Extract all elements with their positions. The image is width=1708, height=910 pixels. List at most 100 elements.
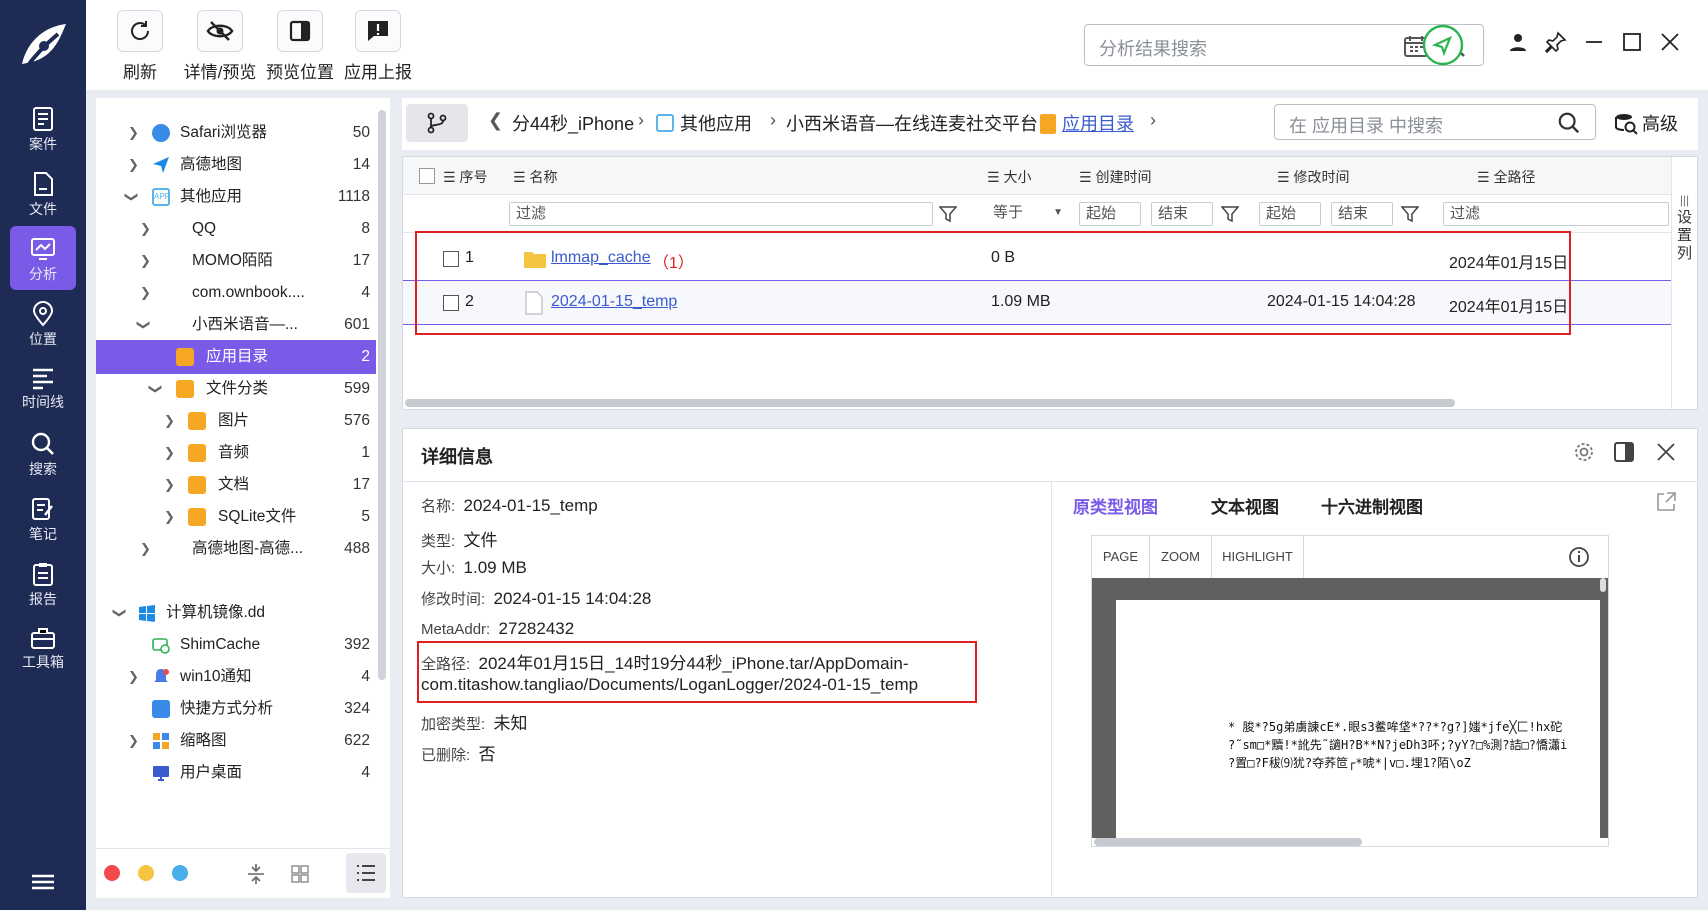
tree-item-count: 392	[344, 636, 370, 653]
nav-item-location[interactable]: 位置	[10, 291, 76, 355]
select-all-checkbox[interactable]	[419, 168, 435, 184]
tree-item-images[interactable]: ❯ 图片 576	[96, 404, 376, 438]
nav-item-case[interactable]: 案件	[10, 96, 76, 160]
folder-doc-icon	[176, 348, 194, 366]
windows-icon	[139, 605, 155, 622]
col-index[interactable]: ☰ 序号	[443, 167, 487, 187]
tab-text-view[interactable]: 文本视图	[1211, 493, 1279, 518]
tree-item-amap[interactable]: ❯ 高德地图 14	[96, 148, 376, 182]
info-icon[interactable]	[1568, 546, 1590, 568]
nav-item-report[interactable]: 报告	[10, 551, 76, 615]
advanced-button[interactable]: 高级	[1642, 110, 1678, 136]
tree-item-shortcut[interactable]: 快捷方式分析 324	[96, 692, 376, 726]
upload-status-icon[interactable]	[1422, 24, 1464, 66]
preview-position-button[interactable]: 预览位置	[254, 10, 346, 83]
breadcrumb-item[interactable]: 其他应用	[680, 110, 752, 136]
tree-item-amap-2[interactable]: ❯ 高德地图-高德... 488	[96, 532, 376, 566]
app-report-button[interactable]: 应用上报	[336, 10, 420, 83]
tree-item-label: QQ	[192, 220, 217, 237]
hamburger-menu-icon[interactable]	[30, 872, 56, 892]
col-fullpath[interactable]: ☰ 全路径	[1477, 167, 1535, 187]
highlight-button[interactable]: HIGHLIGHT	[1212, 536, 1304, 578]
branch-button[interactable]	[406, 104, 468, 142]
tree-item-documents[interactable]: ❯ 文档 17	[96, 468, 376, 502]
breadcrumb-current[interactable]: 应用目录	[1062, 110, 1134, 136]
tree-item-shimcache[interactable]: ShimCache 392	[96, 628, 376, 662]
name-filter-input[interactable]: 过滤	[509, 202, 933, 226]
user-icon[interactable]	[1506, 30, 1530, 54]
close-icon[interactable]	[1658, 30, 1682, 54]
fullpath-filter-input[interactable]: 过滤	[1443, 202, 1669, 226]
refresh-button[interactable]: 刷新	[110, 10, 170, 83]
maximize-icon[interactable]	[1620, 30, 1644, 54]
nav-item-timeline[interactable]: 时间线	[10, 356, 76, 420]
tree-item-momo[interactable]: ❯ MOMO陌陌 17	[96, 244, 376, 278]
tree-item-audio[interactable]: ❯ 音频 1	[96, 436, 376, 470]
breadcrumb-back-icon[interactable]: ❮	[488, 110, 503, 131]
external-open-icon[interactable]	[1655, 491, 1677, 513]
tree-item-win10-notify[interactable]: ❯ win10通知 4	[96, 660, 376, 694]
zoom-button[interactable]: ZOOM	[1150, 536, 1212, 578]
tree-item-computer-image[interactable]: ❯ 计算机镜像.dd	[96, 596, 376, 630]
col-modified[interactable]: ☰ 修改时间	[1277, 167, 1349, 187]
details-preview-button[interactable]: 详情/预览	[174, 10, 266, 83]
nav-item-file[interactable]: 文件	[10, 161, 76, 225]
filter-icon[interactable]	[1401, 205, 1419, 223]
tree-item-qq[interactable]: ❯ QQ 8	[96, 212, 376, 246]
collapse-icon[interactable]	[246, 863, 266, 885]
modified-start-input[interactable]: 起始	[1259, 202, 1321, 226]
filter-icon[interactable]	[939, 205, 957, 223]
tree-item-xiaoximi[interactable]: ❯ 小西米语音—... 601	[96, 308, 376, 342]
tab-original-view[interactable]: 原类型视图	[1073, 493, 1158, 518]
grid-hscrollbar[interactable]	[405, 399, 1455, 407]
tree-item-file-category[interactable]: ❯ 文件分类 599	[96, 372, 376, 406]
split-panel-icon[interactable]	[1613, 441, 1635, 463]
tab-hex-view[interactable]: 十六进制视图	[1321, 493, 1423, 518]
tree-item-other-apps[interactable]: ❯ APP 其他应用 1118	[96, 180, 376, 214]
pin-icon[interactable]	[1544, 30, 1568, 54]
size-operator-select[interactable]: 等于 ▼	[987, 202, 1067, 226]
tree-item-count: 488	[344, 540, 370, 557]
red-filter-dot[interactable]	[104, 865, 120, 881]
advanced-search-icon[interactable]	[1614, 112, 1638, 136]
nav-label: 文件	[29, 201, 57, 217]
tree-item-sqlite[interactable]: ❯ SQLite文件 5	[96, 500, 376, 534]
minimize-icon[interactable]	[1582, 30, 1606, 54]
grid-view-icon[interactable]	[290, 864, 310, 884]
analysis-search-placeholder: 分析结果搜索	[1099, 39, 1207, 59]
directory-search-input[interactable]: 在 应用目录 中搜索	[1274, 104, 1596, 140]
tree-item-ownbook[interactable]: ❯ com.ownbook.... 4	[96, 276, 376, 310]
nav-item-search[interactable]: 搜索	[10, 421, 76, 485]
viewer-vscrollbar[interactable]	[1600, 578, 1606, 592]
close-icon[interactable]	[1655, 441, 1677, 463]
breadcrumb-item[interactable]: 分44秒_iPhone	[512, 110, 634, 136]
settings-columns-button[interactable]: ||| 设 置 列	[1671, 157, 1697, 409]
nav-item-analysis[interactable]: 分析	[10, 226, 76, 290]
col-size[interactable]: ☰ 大小	[987, 167, 1031, 187]
list-view-button[interactable]	[346, 853, 386, 893]
breadcrumb-separator-icon: ›	[1022, 110, 1028, 130]
yellow-filter-dot[interactable]	[138, 865, 154, 881]
tree-item-app-directory[interactable]: 应用目录 2	[96, 340, 376, 374]
breadcrumb-item[interactable]: 小西米语音—在线连麦社交平台	[786, 110, 1038, 136]
breadcrumb-forward-icon[interactable]: ›	[1150, 110, 1156, 131]
col-name[interactable]: ☰ 名称	[513, 167, 557, 187]
filter-icon[interactable]	[1221, 205, 1239, 223]
tree-item-desktop[interactable]: 用户桌面 4	[96, 756, 376, 790]
tree-scrollbar[interactable]	[378, 110, 386, 680]
modified-end-input[interactable]: 结束	[1331, 202, 1393, 226]
created-end-input[interactable]: 结束	[1151, 202, 1213, 226]
tree-item-thumbnails[interactable]: ❯ 缩略图 622	[96, 724, 376, 758]
search-icon[interactable]	[1557, 111, 1581, 135]
viewer-hscrollbar[interactable]	[1094, 838, 1362, 846]
tree-footer	[96, 848, 390, 898]
page-button[interactable]: PAGE	[1092, 536, 1150, 578]
col-created[interactable]: ☰ 创建时间	[1079, 167, 1151, 187]
settings-icon[interactable]	[1573, 441, 1595, 463]
blue-filter-dot[interactable]	[172, 865, 188, 881]
tree-item-safari[interactable]: ❯ Safari浏览器 50	[96, 116, 376, 150]
tree-item-label: 计算机镜像.dd	[166, 604, 266, 621]
nav-item-toolbox[interactable]: 工具箱	[10, 616, 76, 680]
nav-item-note[interactable]: 笔记	[10, 486, 76, 550]
created-start-input[interactable]: 起始	[1079, 202, 1141, 226]
